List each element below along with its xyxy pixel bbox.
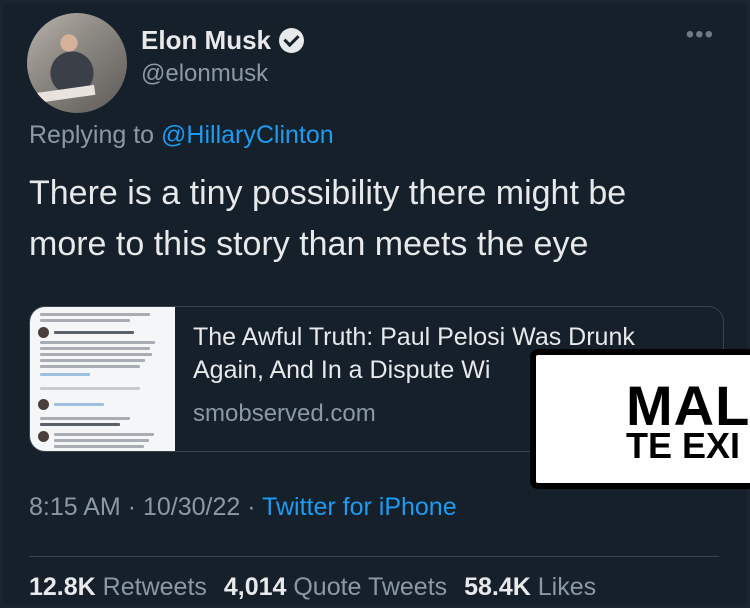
- avatar[interactable]: [27, 13, 127, 113]
- quote-tweets-stat[interactable]: 4,014 Quote Tweets: [224, 573, 447, 601]
- overlay-text-line: TE EXI: [626, 425, 741, 466]
- retweets-label: Retweets: [102, 573, 207, 601]
- likes-stat[interactable]: 58.4K Likes: [464, 573, 596, 601]
- meta-separator: ·: [127, 493, 137, 521]
- more-options-icon[interactable]: •••: [686, 21, 714, 49]
- tweet-text-line: more to this story than meets the eye: [29, 225, 589, 263]
- meta-separator: ·: [247, 493, 256, 521]
- overlay-banner: MALI TE EXI: [530, 349, 750, 489]
- author-name-row: Elon Musk: [141, 25, 305, 56]
- verified-badge-icon: [279, 28, 305, 53]
- likes-count: 58.4K: [464, 573, 531, 601]
- link-card-domain: smobserved.com: [193, 400, 376, 427]
- tweet-container: Elon Musk @elonmusk ••• Replying to @Hil…: [3, 3, 747, 605]
- tweet-time[interactable]: 8:15 AM: [29, 493, 121, 521]
- retweets-count: 12.8K: [29, 573, 96, 601]
- author-handle[interactable]: @elonmusk: [141, 60, 268, 88]
- quote-tweets-label: Quote Tweets: [293, 573, 448, 601]
- replying-to-label: Replying to: [29, 121, 155, 149]
- replying-to: Replying to @HillaryClinton: [29, 121, 334, 150]
- engagement-stats: 12.8K Retweets 4,014 Quote Tweets 58.4K …: [29, 573, 596, 602]
- tweet-date[interactable]: 10/30/22: [143, 493, 240, 521]
- quote-tweets-count: 4,014: [223, 573, 287, 601]
- retweets-stat[interactable]: 12.8K Retweets: [29, 573, 207, 601]
- divider: [29, 556, 719, 557]
- tweet-meta: 8:15 AM · 10/30/22 · Twitter for iPhone: [29, 493, 457, 522]
- author-name[interactable]: Elon Musk: [141, 25, 271, 56]
- likes-label: Likes: [537, 573, 597, 601]
- replying-to-link[interactable]: @HillaryClinton: [161, 121, 334, 149]
- link-card-thumbnail: [30, 307, 175, 451]
- tweet-source[interactable]: Twitter for iPhone: [262, 493, 457, 521]
- tweet-text-line: There is a tiny possibility there might …: [29, 174, 627, 212]
- tweet-text: There is a tiny possibility there might …: [29, 168, 729, 270]
